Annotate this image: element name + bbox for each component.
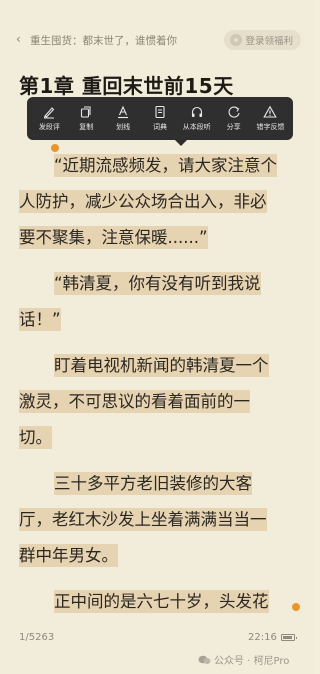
text-line: 三十多平方老旧装修的大客 <box>54 472 252 495</box>
pen-icon <box>44 107 55 119</box>
comment-button[interactable]: 发段评 <box>32 105 66 132</box>
share-button[interactable]: 分享 <box>217 105 251 132</box>
text-line: 要不聚集，注意保暖......” <box>19 226 208 249</box>
clock: 22:16 <box>248 632 277 643</box>
reader-page: ‹ 重生囤货：都末世了，谁惯着你 登录领福利 第1章 重回末世前15天 发段评 … <box>0 0 315 674</box>
text-line: 群中年男女。 <box>19 544 118 567</box>
dictionary-icon <box>155 105 165 119</box>
comment-label: 发段评 <box>38 123 60 131</box>
page-progress: 1/5263 <box>19 632 55 643</box>
headphones-icon <box>191 106 202 117</box>
watermark-text: 公众号 · 柯尼Pro <box>214 656 290 667</box>
text-line: 激灵，不可思议的看着面前的一 <box>19 390 250 413</box>
selection-toolbar: 发段评 复制 划线 词典 从本段听 分享 错字反馈 <box>27 97 293 146</box>
battery-icon <box>281 634 297 641</box>
dictionary-button[interactable]: 词典 <box>143 105 177 132</box>
copy-button[interactable]: 复制 <box>69 105 103 132</box>
top-bar: ‹ 重生囤货：都末世了，谁惯着你 登录领福利 <box>0 30 315 52</box>
text-line: 厅，老红木沙发上坐着满满当当一 <box>19 508 267 531</box>
gift-icon <box>230 34 243 46</box>
dictionary-label: 词典 <box>152 123 167 131</box>
share-icon <box>228 106 240 118</box>
copy-icon <box>81 106 91 118</box>
wechat-icon <box>198 655 211 664</box>
underline-button[interactable]: 划线 <box>106 105 140 132</box>
listen-button[interactable]: 从本段听 <box>180 105 214 132</box>
text-line: “韩清夏，你有没有听到我说 <box>54 272 261 295</box>
underline-icon <box>118 105 129 119</box>
listen-label: 从本段听 <box>182 123 211 131</box>
text-line: 切。 <box>19 426 52 449</box>
login-button[interactable]: 登录领福利 <box>224 30 301 50</box>
chapter-text: “近期流感频发，请大家注意个 人防护，减少公众场合出入，非必 要不聚集，注意保暖… <box>19 148 297 620</box>
typo-feedback-button[interactable]: 错字反馈 <box>253 105 287 132</box>
text-line: 正中间的是六七十岁，头发花 <box>54 590 269 613</box>
share-label: 分享 <box>226 123 241 131</box>
login-label: 登录领福利 <box>245 36 293 47</box>
copy-label: 复制 <box>79 123 94 131</box>
text-line: 话！” <box>19 308 61 331</box>
selection-end-handle[interactable] <box>292 603 300 611</box>
typo-feedback-label: 错字反馈 <box>256 123 285 131</box>
chevron-left-icon[interactable]: ‹ <box>16 32 21 46</box>
text-line: “近期流感频发，请大家注意个 <box>54 154 278 177</box>
text-line: 人防护，减少公众场合出入，非必 <box>19 190 267 213</box>
watermark: 公众号 · 柯尼Pro <box>198 652 289 667</box>
underline-label: 划线 <box>116 123 131 131</box>
warning-icon <box>263 105 278 118</box>
text-line: 盯着电视机新闻的韩清夏一个 <box>54 354 269 377</box>
book-title[interactable]: 重生囤货：都末世了，谁惯着你 <box>30 33 177 48</box>
chapter-title: 第1章 重回末世前15天 <box>19 74 234 98</box>
